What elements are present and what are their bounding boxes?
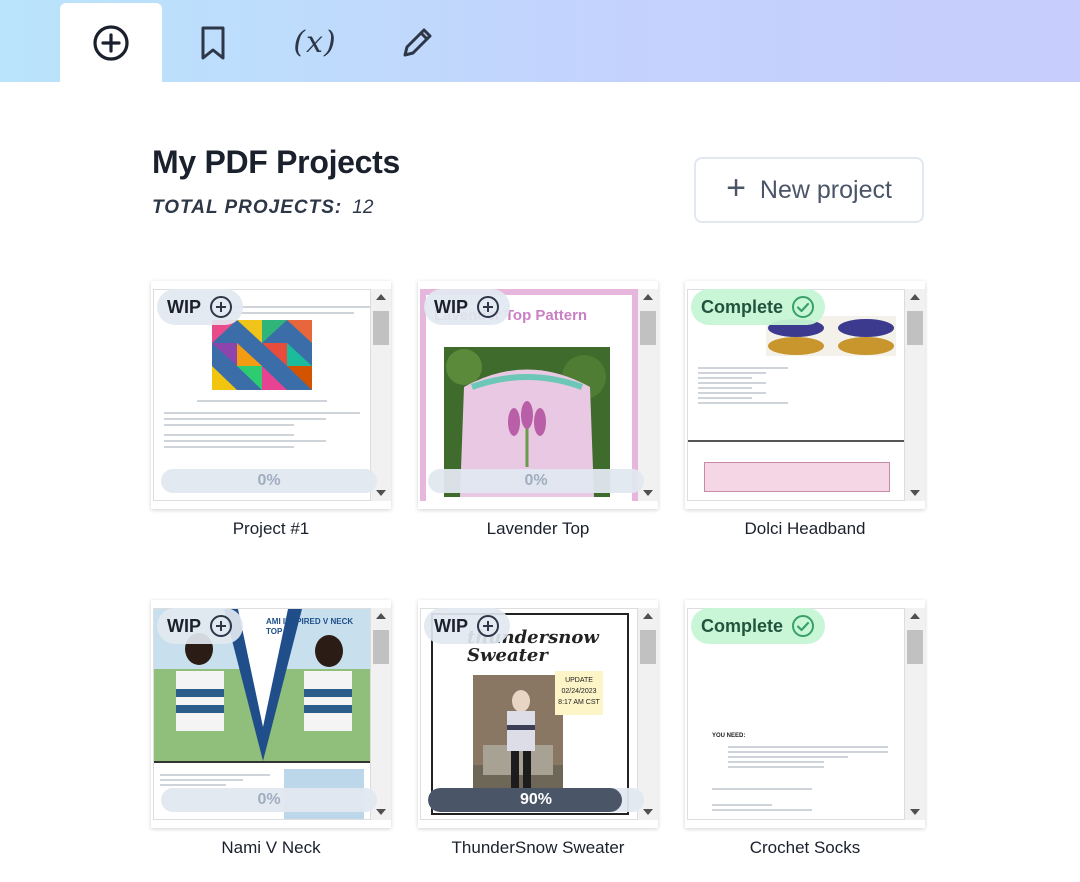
pencil-icon xyxy=(403,28,432,56)
total-projects-value: 12 xyxy=(352,197,374,218)
project-card[interactable]: Lavender Top Pattern WIP 0% Lavender Top xyxy=(418,281,658,539)
project-title[interactable]: Nami V Neck xyxy=(151,838,391,858)
page-title: My PDF Projects xyxy=(152,144,401,180)
update-note-date: 02/24/2023 xyxy=(561,688,597,695)
new-project-button[interactable]: + New project xyxy=(694,157,924,223)
bookmark-icon xyxy=(201,26,225,59)
plus-circle-icon xyxy=(477,296,499,318)
status-label: Complete xyxy=(701,296,784,317)
project-title[interactable]: Project #1 xyxy=(151,519,391,539)
status-label: WIP xyxy=(167,296,201,317)
pdf-scrollbar[interactable] xyxy=(371,608,391,820)
progress-label: 0% xyxy=(257,791,281,808)
plus-circle-icon xyxy=(477,615,499,637)
status-badge[interactable]: Complete xyxy=(691,608,826,644)
project-card[interactable]: thundersnow Sweater UPDATE 02/24/2023 8:… xyxy=(418,600,658,858)
progress-bar: 0% xyxy=(161,469,377,493)
update-note-time: 8:17 AM CST xyxy=(558,699,600,706)
status-badge[interactable]: WIP xyxy=(424,608,510,644)
new-project-label: New project xyxy=(759,175,892,204)
project-card[interactable]: AMI INSPIRED V NECK TOP WIP 0% Nami V Ne… xyxy=(151,600,391,858)
pdf-scrollbar[interactable] xyxy=(638,289,658,501)
plus-icon: + xyxy=(726,169,746,207)
check-circle-icon xyxy=(792,615,815,637)
plus-circle-icon xyxy=(93,24,129,61)
pdf-thumbnail[interactable]: thundersnow Sweater UPDATE 02/24/2023 8:… xyxy=(418,600,658,828)
tab-add[interactable] xyxy=(60,3,162,82)
pdf-scrollbar[interactable] xyxy=(638,608,658,820)
project-title[interactable]: Crochet Socks xyxy=(685,838,925,858)
pdf-heading: YOU NEED: xyxy=(712,733,746,739)
pdf-heading: AMI INSPIRED V NECK TOP xyxy=(266,617,354,636)
check-circle-icon xyxy=(792,296,815,318)
tab-bookmark[interactable] xyxy=(162,3,264,82)
project-title[interactable]: ThunderSnow Sweater xyxy=(418,838,658,858)
top-tab-bar: (x) xyxy=(0,0,1080,82)
sweater-photo xyxy=(473,675,563,805)
pdf-scrollbar[interactable] xyxy=(905,608,925,820)
progress-label: 0% xyxy=(257,472,281,489)
pdf-thumbnail[interactable]: YOU NEED: Complete xyxy=(685,600,925,828)
status-label: Complete xyxy=(701,615,784,636)
progress-label: 90% xyxy=(519,791,553,808)
tab-variables[interactable]: (x) xyxy=(264,3,366,82)
update-note-label: UPDATE xyxy=(565,677,593,684)
pdf-thumbnail[interactable]: WIP 0% xyxy=(151,281,391,509)
update-note: UPDATE 02/24/2023 8:17 AM CST xyxy=(555,671,603,715)
pdf-scrollbar[interactable] xyxy=(905,289,925,501)
blanket-image xyxy=(212,320,312,390)
total-projects: TOTAL PROJECTS: 12 xyxy=(152,197,373,219)
project-card[interactable]: Complete Dolci Headband xyxy=(685,281,925,539)
project-card[interactable]: YOU NEED: Complete Crochet Socks xyxy=(685,600,925,858)
progress-bar: 90% xyxy=(428,788,644,812)
plus-circle-icon xyxy=(210,615,232,637)
status-badge[interactable]: WIP xyxy=(157,289,243,325)
tab-edit[interactable] xyxy=(366,3,468,82)
progress-bar: 0% xyxy=(161,788,377,812)
status-badge[interactable]: WIP xyxy=(424,289,510,325)
project-title[interactable]: Dolci Headband xyxy=(685,519,925,539)
plus-circle-icon xyxy=(210,296,232,318)
total-projects-label: TOTAL PROJECTS: xyxy=(152,197,343,218)
pdf-thumbnail[interactable]: AMI INSPIRED V NECK TOP WIP 0% xyxy=(151,600,391,828)
project-title[interactable]: Lavender Top xyxy=(418,519,658,539)
status-label: WIP xyxy=(434,296,468,317)
status-badge[interactable]: WIP xyxy=(157,608,243,644)
pdf-thumbnail[interactable]: Complete xyxy=(685,281,925,509)
pdf-scrollbar[interactable] xyxy=(371,289,391,501)
project-card[interactable]: WIP 0% Project #1 xyxy=(151,281,391,539)
status-label: WIP xyxy=(434,615,468,636)
progress-bar: 0% xyxy=(428,469,644,493)
progress-label: 0% xyxy=(524,472,548,489)
status-badge[interactable]: Complete xyxy=(691,289,826,325)
pdf-thumbnail[interactable]: Lavender Top Pattern WIP 0% xyxy=(418,281,658,509)
status-label: WIP xyxy=(167,615,201,636)
function-x-icon: (x) xyxy=(293,25,337,60)
